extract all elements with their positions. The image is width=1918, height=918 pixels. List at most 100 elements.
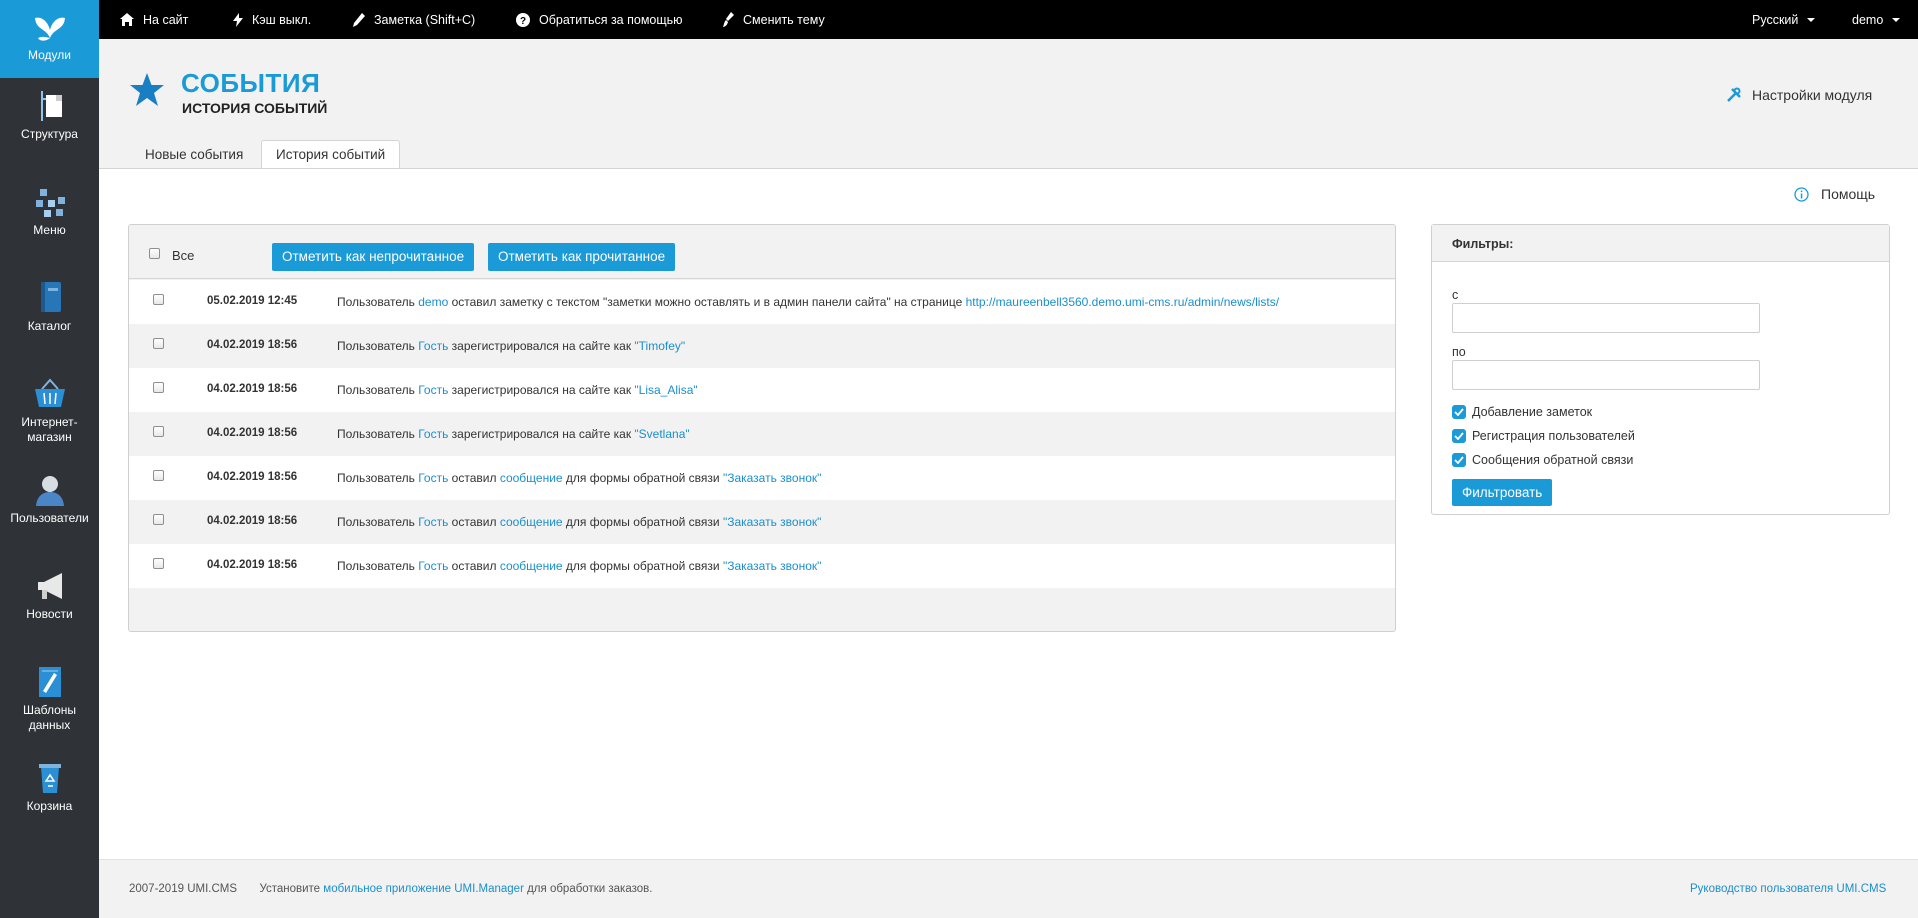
- filters-panel: Фильтры: с по Добавление заметок Регистр…: [1431, 224, 1890, 515]
- sidebar-item-structure[interactable]: Структура: [0, 79, 99, 157]
- sidebar-item-menu[interactable]: Меню: [0, 175, 99, 253]
- footer-right: Руководство пользователя UMI.CMS: [1690, 883, 1886, 895]
- event-user-link[interactable]: Гость: [418, 471, 448, 485]
- events-panel: Все Отметить как непрочитанное Отметить …: [128, 224, 1396, 632]
- event-user-link[interactable]: Гость: [418, 383, 448, 397]
- copyright: 2007-2019 UMI.CMS: [129, 883, 238, 895]
- info-icon: [1794, 186, 1809, 202]
- event-checkbox[interactable]: [153, 558, 164, 569]
- event-checkbox[interactable]: [153, 338, 164, 349]
- event-user-link[interactable]: demo: [418, 295, 448, 309]
- filter-feedback-checkbox[interactable]: Сообщения обратной связи: [1452, 453, 1633, 467]
- event-login-link[interactable]: "Svetlana": [634, 427, 689, 441]
- event-user-link[interactable]: Гость: [418, 427, 448, 441]
- sidebar-item-modules[interactable]: Модули: [0, 0, 99, 78]
- event-text-part: для формы обратной связи: [562, 559, 723, 573]
- module-settings-label: Настройки модуля: [1752, 87, 1873, 103]
- change-theme-button[interactable]: Сменить тему: [723, 0, 825, 39]
- event-text: Пользователь demo оставил заметку с текс…: [337, 295, 1279, 309]
- event-text-part: оставил: [448, 515, 500, 529]
- sidebar-item-news[interactable]: Новости: [0, 559, 99, 637]
- event-user-link[interactable]: Гость: [418, 559, 448, 573]
- note-button[interactable]: Заметка (Shift+C): [353, 0, 475, 39]
- event-user-link[interactable]: Гость: [418, 515, 448, 529]
- to-site-link[interactable]: На сайт: [120, 0, 188, 39]
- megaphone-icon: [37, 573, 62, 599]
- chevron-down-icon: [1892, 17, 1901, 22]
- event-login-link[interactable]: "Lisa_Alisa": [634, 383, 697, 397]
- event-checkbox[interactable]: [153, 294, 164, 305]
- event-date: 04.02.2019 18:56: [207, 383, 298, 395]
- sidebar-item-users[interactable]: Пользователи: [0, 463, 99, 541]
- checkmark-icon: [1452, 429, 1466, 443]
- select-all-checkbox[interactable]: [149, 248, 160, 259]
- mark-read-button[interactable]: Отметить как прочитанное: [488, 243, 676, 271]
- sidebar-item-label: Интернет-магазин: [21, 415, 78, 444]
- blueprint-icon: [38, 667, 61, 697]
- sidebar-item-label: Шаблоны данных: [22, 703, 77, 732]
- sidebar-item-label: Новости: [26, 607, 73, 621]
- module-settings-link[interactable]: Настройки модуля: [1726, 87, 1872, 103]
- filters-title: Фильтры:: [1432, 225, 1889, 262]
- event-date: 04.02.2019 18:56: [207, 559, 298, 571]
- language-select[interactable]: Русский: [1752, 0, 1816, 39]
- filter-notes-checkbox[interactable]: Добавление заметок: [1452, 405, 1592, 419]
- events-toolbar: Все Отметить как непрочитанное Отметить …: [129, 225, 1395, 279]
- event-row: 04.02.2019 18:56 Пользователь Гость заре…: [129, 412, 1395, 456]
- event-form-link[interactable]: "Заказать звонок": [723, 515, 821, 529]
- event-checkbox[interactable]: [153, 514, 164, 525]
- sidebar-item-label: Пользователи: [10, 511, 89, 525]
- lightning-icon: [233, 12, 243, 27]
- event-checkbox[interactable]: [153, 382, 164, 393]
- change-theme-label: Сменить тему: [743, 12, 825, 27]
- user-menu[interactable]: demo: [1852, 0, 1901, 39]
- document-tree-icon: [40, 91, 62, 121]
- event-form-link[interactable]: "Заказать звонок": [723, 471, 821, 485]
- event-checkbox[interactable]: [153, 470, 164, 481]
- cache-toggle[interactable]: Кэш выкл.: [233, 0, 311, 39]
- sidebar-item-label: Меню: [33, 223, 66, 237]
- event-user-link[interactable]: Гость: [418, 339, 448, 353]
- install-suffix: для обработки заказов.: [523, 883, 653, 895]
- sidebar-item-trash[interactable]: Корзина: [0, 751, 99, 817]
- page-subtitle: ИСТОРИЯ СОБЫТИЙ: [182, 100, 328, 116]
- event-text-part: Пользователь: [337, 515, 419, 529]
- main-content: Помощь Все Отметить как непрочитанное От…: [99, 169, 1918, 859]
- date-from-input[interactable]: [1452, 303, 1760, 333]
- tab-events-history[interactable]: История событий: [261, 140, 401, 170]
- user-guide-link[interactable]: Руководство пользователя UMI.CMS: [1690, 883, 1886, 895]
- event-row: 05.02.2019 12:45 Пользователь demo остав…: [129, 280, 1395, 324]
- event-text-part: оставил заметку с текстом "заметки можно…: [448, 295, 966, 309]
- top-bar: На сайт Кэш выкл. Заметка (Shift+C) ? Об…: [99, 0, 1918, 39]
- filter-registration-label: Регистрация пользователей: [1472, 429, 1635, 443]
- event-checkbox[interactable]: [153, 426, 164, 437]
- help-link[interactable]: Помощь: [1794, 186, 1875, 202]
- sidebar-item-catalog[interactable]: Каталог: [0, 271, 99, 349]
- chevron-down-icon: [1807, 17, 1816, 22]
- filter-feedback-label: Сообщения обратной связи: [1472, 453, 1634, 467]
- event-login-link[interactable]: "Timofey": [634, 339, 685, 353]
- event-message-link[interactable]: сообщение: [500, 559, 563, 573]
- date-from-label: с: [1452, 288, 1459, 302]
- event-text-part: оставил: [448, 471, 500, 485]
- event-text: Пользователь Гость оставил сообщение для…: [337, 559, 821, 573]
- event-row: 04.02.2019 18:56 Пользователь Гость заре…: [129, 324, 1395, 368]
- event-message-link[interactable]: сообщение: [500, 471, 563, 485]
- filter-registration-checkbox[interactable]: Регистрация пользователей: [1452, 429, 1635, 443]
- sidebar-item-data-templates[interactable]: Шаблоны данных: [0, 655, 99, 745]
- language-label: Русский: [1752, 12, 1799, 27]
- recycle-bin-icon: [38, 764, 61, 793]
- event-message-link[interactable]: сообщение: [500, 515, 563, 529]
- event-page-link[interactable]: http://maureenbell3560.demo.umi-cms.ru/a…: [966, 295, 1279, 309]
- footer: 2007-2019 UMI.CMS Установите мобильное п…: [99, 859, 1918, 918]
- sidebar-item-eshop[interactable]: Интернет-магазин: [0, 367, 99, 457]
- mobile-app-link[interactable]: мобильное приложение UMI.Manager: [323, 883, 524, 895]
- date-to-input[interactable]: [1452, 360, 1760, 390]
- event-text-part: зарегистрировался на сайте как: [448, 339, 635, 353]
- tab-new-events[interactable]: Новые события: [131, 141, 257, 169]
- apply-filter-button[interactable]: Фильтровать: [1452, 479, 1553, 506]
- mark-unread-button[interactable]: Отметить как непрочитанное: [272, 243, 475, 271]
- help-label: Помощь: [1821, 186, 1876, 202]
- event-form-link[interactable]: "Заказать звонок": [723, 559, 821, 573]
- support-button[interactable]: ? Обратиться за помощью: [516, 0, 683, 39]
